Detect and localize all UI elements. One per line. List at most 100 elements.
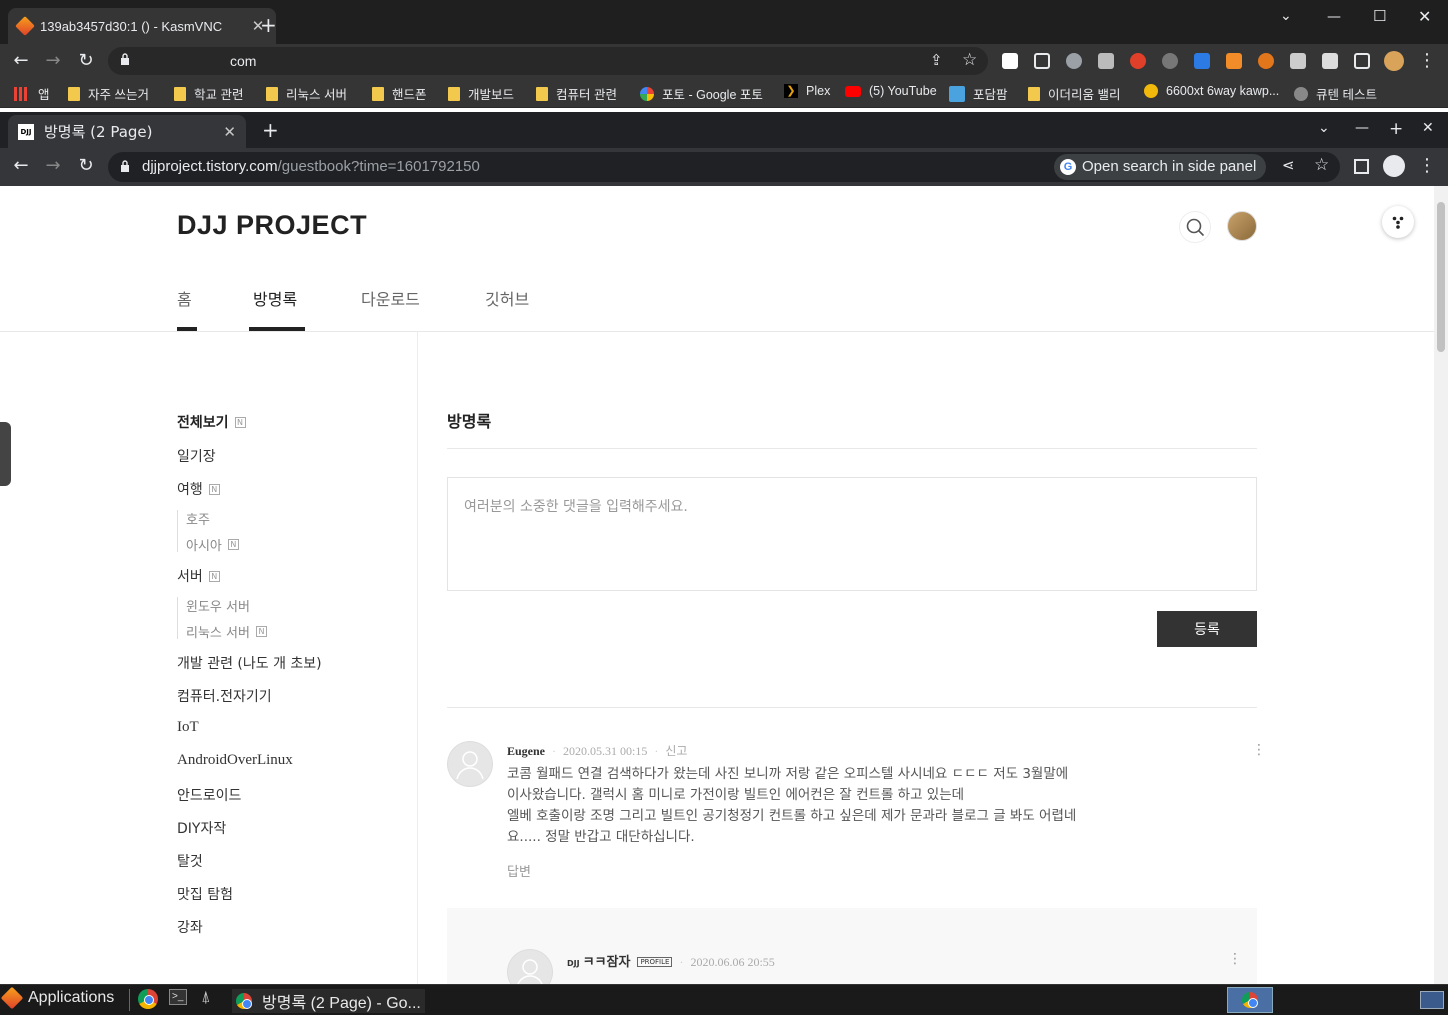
- bookmark-folder[interactable]: 개발보드: [448, 84, 514, 103]
- category-travel-asia[interactable]: 아시아 N: [186, 535, 239, 554]
- category-dev[interactable]: 개발 관련 (나도 개 초보): [177, 653, 322, 673]
- chrome-launcher[interactable]: [138, 989, 158, 1009]
- category-androidoverlinux[interactable]: AndroidOverLinux: [177, 752, 293, 769]
- scrollbar-thumb[interactable]: [1437, 202, 1445, 352]
- nav-download[interactable]: 다운로드: [361, 286, 420, 310]
- close-window-button[interactable]: ✕: [1418, 7, 1431, 26]
- maximize-button[interactable]: ☐: [1373, 7, 1386, 25]
- profile-avatar[interactable]: [1384, 51, 1404, 71]
- m-extension-icon[interactable]: [1194, 53, 1210, 69]
- show-desktop-icon[interactable]: [1420, 991, 1444, 1009]
- bookmark-folder[interactable]: 자주 쓰는거: [68, 84, 149, 103]
- print-extension-icon[interactable]: [1098, 53, 1114, 69]
- new-tab-button[interactable]: +: [260, 13, 277, 37]
- terminal-launcher[interactable]: >_: [169, 989, 187, 1005]
- bookmark-google-photos[interactable]: 포토 - Google 포토: [640, 84, 763, 103]
- forward-button[interactable]: →: [42, 50, 64, 71]
- bookmark-apps[interactable]: 앱: [14, 84, 50, 103]
- page-scrollbar[interactable]: [1434, 186, 1448, 984]
- side-panel-icon[interactable]: [1354, 53, 1370, 69]
- nav-github[interactable]: 깃허브: [485, 286, 529, 310]
- nav-home[interactable]: 홈: [177, 286, 192, 310]
- category-lecture[interactable]: 강좌: [177, 917, 203, 937]
- profile-icon[interactable]: [1383, 155, 1405, 177]
- comment-more-icon[interactable]: ⋮: [1252, 742, 1266, 758]
- close-icon[interactable]: ✕: [223, 123, 236, 141]
- inner-address-bar[interactable]: djjproject.tistory.com/guestbook?time=16…: [108, 152, 1340, 182]
- category-travel-australia[interactable]: 호주: [186, 509, 210, 528]
- maximize-button[interactable]: +: [1389, 119, 1403, 139]
- extensions-icon[interactable]: [1290, 53, 1306, 69]
- category-all[interactable]: 전체보기 N: [177, 412, 246, 432]
- star-icon[interactable]: ☆: [1314, 155, 1329, 175]
- download-extension-icon[interactable]: [1002, 53, 1018, 69]
- category-travel[interactable]: 여행 N: [177, 479, 220, 499]
- report-link[interactable]: 신고: [665, 744, 687, 758]
- outer-address-bar[interactable]: com ⇪ ☆: [108, 47, 988, 75]
- reading-list-icon[interactable]: [1322, 53, 1338, 69]
- back-button[interactable]: ←: [10, 50, 32, 71]
- folder-icon: [266, 86, 278, 101]
- file-launcher[interactable]: ⍋: [201, 989, 211, 1007]
- comment-input[interactable]: [447, 477, 1257, 591]
- reply-link[interactable]: 답변: [507, 861, 531, 880]
- minimize-button[interactable]: —: [1327, 9, 1341, 25]
- category-android[interactable]: 안드로이드: [177, 785, 241, 805]
- metamask-icon[interactable]: [1258, 53, 1274, 69]
- bookmark-site[interactable]: 포담팜: [949, 84, 1008, 103]
- outer-tab[interactable]: 139ab3457d30:1 () - KasmVNC ✕: [8, 8, 276, 44]
- workspace-preview[interactable]: [1227, 987, 1273, 1013]
- category-linux-server[interactable]: 리눅스 서버 N: [186, 622, 267, 641]
- category-vehicles[interactable]: 탈것: [177, 851, 203, 871]
- bookmark-site[interactable]: 큐텐 테스트: [1294, 84, 1377, 103]
- category-diy[interactable]: DIY자작: [177, 818, 226, 838]
- category-windows-server[interactable]: 윈도우 서버: [186, 596, 250, 615]
- bookmark-folder[interactable]: 학교 관련: [174, 84, 243, 103]
- kebab-menu-icon[interactable]: ⋮: [1416, 155, 1438, 176]
- blog-title[interactable]: DJJ PROJECT: [177, 210, 367, 241]
- side-panel-icon[interactable]: [1354, 159, 1369, 174]
- search-button[interactable]: [1179, 211, 1211, 243]
- close-window-button[interactable]: ✕: [1422, 120, 1434, 136]
- kebab-menu-icon[interactable]: ⋮: [1416, 50, 1438, 71]
- category-server[interactable]: 서버 N: [177, 566, 220, 586]
- pinwheel-icon: [640, 86, 654, 101]
- blog-avatar[interactable]: [1227, 211, 1257, 241]
- open-search-side-panel-chip[interactable]: G Open search in side panel: [1054, 154, 1267, 180]
- orange-extension-icon[interactable]: [1226, 53, 1242, 69]
- tistory-menu-button[interactable]: [1382, 206, 1414, 238]
- bookmark-folder[interactable]: 리눅스 서버: [266, 84, 347, 103]
- bookmark-folder[interactable]: 핸드폰: [372, 84, 427, 103]
- camera-extension-icon[interactable]: [1066, 53, 1082, 69]
- reply-more-icon[interactable]: ⋮: [1228, 951, 1242, 967]
- inner-tab[interactable]: DJJ 방명록 (2 Page) ✕: [8, 115, 246, 148]
- bookmark-folder[interactable]: 이더리움 밸리: [1028, 84, 1120, 103]
- bookmark-youtube[interactable]: (5) YouTube: [845, 84, 937, 98]
- bookmark-plex[interactable]: ❯ Plex: [784, 84, 830, 98]
- reload-button[interactable]: ↻: [75, 50, 97, 71]
- reload-button[interactable]: ↻: [75, 155, 97, 176]
- new-tab-button[interactable]: +: [262, 118, 279, 142]
- side-panel-handle[interactable]: [0, 422, 11, 486]
- category-computer[interactable]: 컴퓨터.전자기기: [177, 686, 272, 706]
- share-icon[interactable]: ⇪: [930, 51, 943, 69]
- back-button[interactable]: ←: [10, 155, 32, 176]
- abp-extension-icon[interactable]: [1130, 53, 1146, 69]
- taskbar-window-chrome[interactable]: 방명록 (2 Page) - Go...: [232, 989, 425, 1013]
- nav-guestbook[interactable]: 방명록: [253, 286, 297, 310]
- category-iot[interactable]: IoT: [177, 719, 199, 736]
- chevron-down-icon[interactable]: ⌄: [1318, 120, 1330, 136]
- submit-button[interactable]: 등록: [1157, 611, 1257, 647]
- star-icon[interactable]: ☆: [962, 50, 977, 70]
- bookmark-site[interactable]: 6600xt 6way kawp...: [1144, 84, 1279, 98]
- applications-menu[interactable]: Applications: [0, 986, 114, 1010]
- bookmark-folder[interactable]: 컴퓨터 관련: [536, 84, 617, 103]
- puzzle-extension-icon[interactable]: [1162, 53, 1178, 69]
- chevron-down-icon[interactable]: ⌄: [1280, 8, 1292, 24]
- minimize-button[interactable]: —: [1355, 120, 1369, 136]
- category-food[interactable]: 맛집 탐험: [177, 884, 233, 904]
- share-icon[interactable]: ⋖: [1282, 156, 1295, 174]
- category-diary[interactable]: 일기장: [177, 446, 216, 466]
- window-extension-icon[interactable]: [1034, 53, 1050, 69]
- forward-button[interactable]: →: [42, 155, 64, 176]
